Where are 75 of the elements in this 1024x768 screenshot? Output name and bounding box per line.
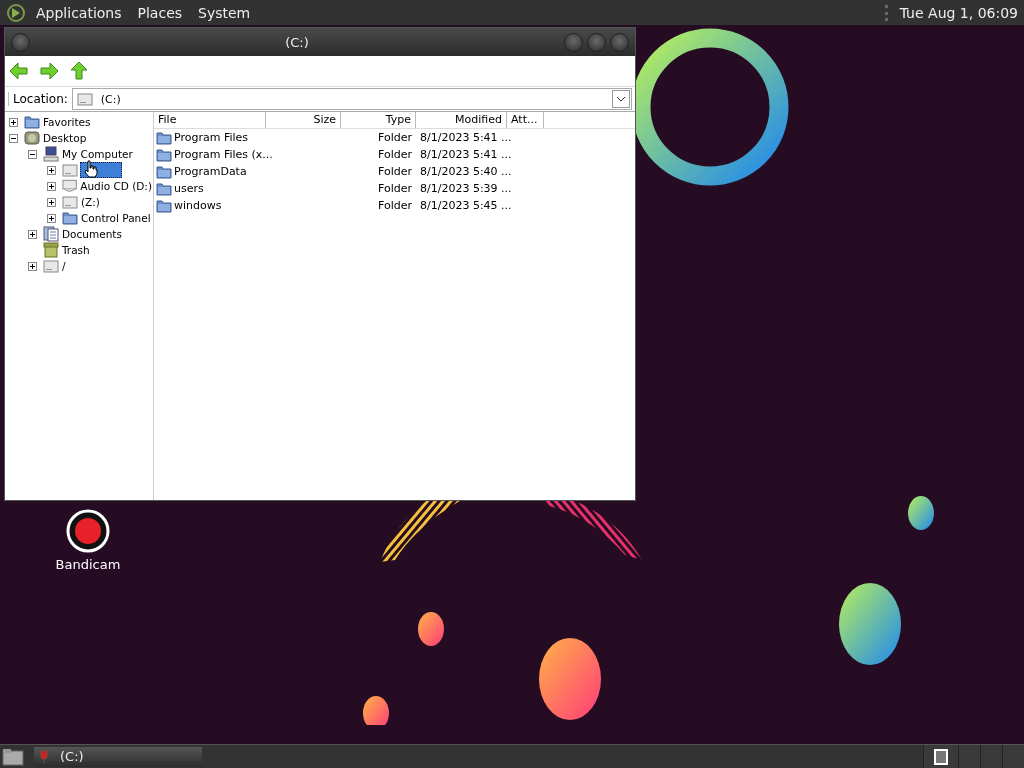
tree-item[interactable]: Favorites xyxy=(42,116,92,128)
collapse-icon[interactable] xyxy=(28,149,37,159)
expand-icon[interactable] xyxy=(47,213,56,223)
drive-icon xyxy=(76,91,93,107)
up-arrow-icon[interactable] xyxy=(69,61,89,81)
expand-icon[interactable] xyxy=(9,117,18,127)
location-combo[interactable]: (C:) xyxy=(71,88,632,110)
folder-icon xyxy=(156,180,172,197)
folder-icon xyxy=(156,197,172,214)
tree-item[interactable]: Trash xyxy=(61,244,91,256)
desktop-icon xyxy=(24,130,40,146)
column-header[interactable]: Type xyxy=(341,112,416,128)
cd-drive-icon xyxy=(62,178,78,194)
panel-menu[interactable]: Places xyxy=(129,4,191,21)
workspace-switcher[interactable] xyxy=(1002,745,1024,768)
file-name[interactable]: Program Files (x... xyxy=(174,148,273,161)
maximize-button[interactable] xyxy=(587,32,606,52)
computer-icon xyxy=(43,146,59,162)
tree-item[interactable]: Desktop xyxy=(42,132,88,144)
tree-item[interactable]: Documents xyxy=(61,228,123,240)
drive-icon xyxy=(62,162,78,178)
record-icon[interactable] xyxy=(66,509,110,553)
clock[interactable]: Tue Aug 1, 06:09 xyxy=(884,4,1022,21)
column-header[interactable]: File xyxy=(154,112,266,128)
hand-cursor-icon xyxy=(83,160,99,178)
file-name[interactable]: ProgramData xyxy=(174,165,247,178)
logo-icon[interactable] xyxy=(6,2,26,23)
tree-item[interactable]: My Computer xyxy=(61,148,134,160)
column-header[interactable]: Modified xyxy=(416,112,507,128)
file-name[interactable]: windows xyxy=(174,199,222,212)
column-header[interactable]: Size xyxy=(266,112,341,128)
tree-item[interactable]: / xyxy=(61,260,67,272)
tree-item[interactable]: Control Panel xyxy=(80,212,152,224)
folder-icon xyxy=(156,146,172,163)
file-name[interactable]: users xyxy=(174,182,204,195)
column-header[interactable]: Att... xyxy=(507,112,544,128)
task-button[interactable]: (C:) xyxy=(34,746,202,767)
folder-icon xyxy=(156,129,172,146)
caret-icon[interactable] xyxy=(616,96,626,102)
folder-icon xyxy=(156,163,172,180)
expand-icon[interactable] xyxy=(28,229,37,239)
table-cell-text: Folder xyxy=(377,131,413,144)
expand-icon[interactable] xyxy=(28,261,37,271)
tree-item[interactable]: Audio CD (D:) xyxy=(79,180,153,192)
expand-icon[interactable] xyxy=(47,165,56,175)
workspace-switcher[interactable] xyxy=(958,745,980,768)
window-title: (C:) xyxy=(284,34,310,50)
collapse-icon[interactable] xyxy=(9,133,18,143)
table-cell-text: Folder xyxy=(377,165,413,178)
wine-glass-icon xyxy=(40,749,48,764)
trash-icon xyxy=(43,242,59,258)
documents-icon xyxy=(43,226,59,242)
table-cell-text: Folder xyxy=(377,199,413,212)
drive-icon xyxy=(62,194,78,210)
tree-item[interactable]: (Z:) xyxy=(80,196,101,208)
close-button[interactable] xyxy=(610,32,629,52)
table-cell-text: Folder xyxy=(377,182,413,195)
back-arrow-icon[interactable] xyxy=(9,61,29,81)
expand-icon[interactable] xyxy=(47,197,56,207)
workspace-switcher[interactable] xyxy=(980,745,1002,768)
panel-menu[interactable]: Applications xyxy=(28,4,130,21)
drive-icon xyxy=(43,258,59,274)
minimize-button[interactable] xyxy=(564,32,583,52)
location-label: Location: xyxy=(8,92,68,106)
window-menu-button[interactable] xyxy=(11,32,30,52)
table-cell-text: Folder xyxy=(377,148,413,161)
file-name[interactable]: Program Files xyxy=(174,131,249,144)
expand-icon[interactable] xyxy=(47,181,56,191)
folder-icon xyxy=(24,114,40,130)
folder-icon xyxy=(62,210,78,226)
workspace-switcher[interactable] xyxy=(923,745,958,768)
show-desktop-icon[interactable] xyxy=(2,746,24,767)
panel-menu[interactable]: System xyxy=(190,4,259,21)
desktop-icon-label[interactable]: Bandicam xyxy=(55,557,121,572)
forward-arrow-icon[interactable] xyxy=(39,61,59,81)
